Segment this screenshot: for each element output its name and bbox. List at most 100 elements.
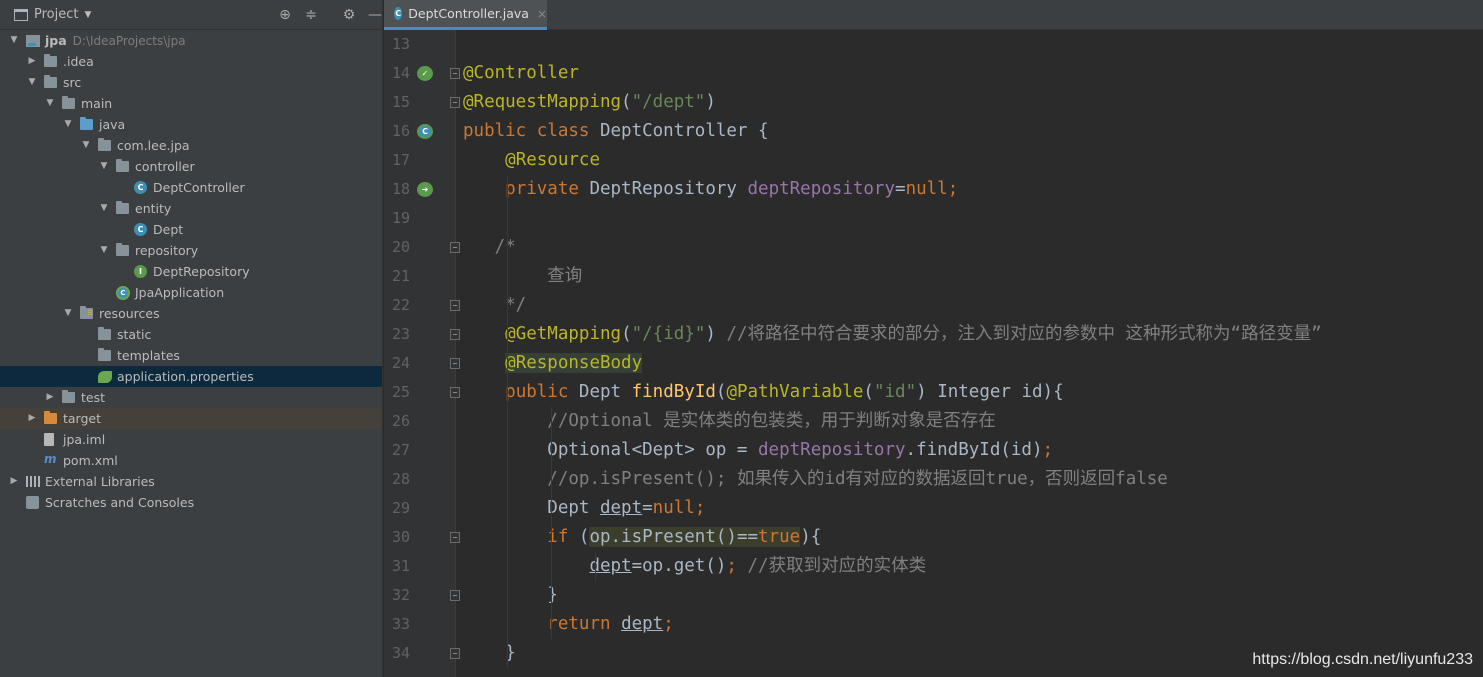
code-line[interactable]: if (op.isPresent()==true){ <box>463 523 821 552</box>
code-line[interactable]: private DeptRepository deptRepository=nu… <box>463 175 958 204</box>
tree-node[interactable]: ▶ test <box>0 387 382 408</box>
tree-node[interactable]: static <box>0 324 382 345</box>
code-line[interactable]: return dept; <box>463 610 673 639</box>
gutter-line[interactable]: 30 <box>384 523 460 552</box>
fold-marker-icon[interactable] <box>450 97 460 108</box>
gutter-line[interactable]: 18 ➜ <box>384 175 456 204</box>
expand-arrow-icon[interactable]: ▼ <box>62 114 74 135</box>
gutter-line[interactable]: 34 <box>384 639 460 668</box>
gutter-line[interactable]: 19 <box>384 204 456 233</box>
tree-node[interactable]: ▶ .idea <box>0 51 382 72</box>
expand-arrow-icon[interactable]: ▼ <box>62 303 74 324</box>
hide-panel-icon[interactable]: — <box>362 7 382 23</box>
gutter-line[interactable]: 17 <box>384 146 456 175</box>
tree-node[interactable]: ▶ target <box>0 408 382 429</box>
expand-arrow-icon[interactable]: ▼ <box>44 93 56 114</box>
code-line[interactable]: } <box>463 581 558 610</box>
tree-node[interactable]: C DeptController <box>0 177 382 198</box>
gutter-line[interactable]: 21 <box>384 262 456 291</box>
expand-arrow-icon[interactable]: ▼ <box>98 240 110 261</box>
expand-arrow-icon[interactable]: ▼ <box>26 72 38 93</box>
tree-node[interactable]: C Dept <box>0 219 382 240</box>
tree-node[interactable]: ▼ jpa D:\IdeaProjects\jpa <box>0 30 382 51</box>
code-line[interactable]: 查询 <box>463 262 582 291</box>
expand-arrow-icon[interactable]: ▼ <box>98 156 110 177</box>
gutter-line[interactable]: 27 <box>384 436 456 465</box>
code-line[interactable]: public Dept findById(@PathVariable("id")… <box>463 378 1063 407</box>
locate-file-icon[interactable]: ⊕ <box>272 7 298 23</box>
tree-node[interactable]: ▼ repository <box>0 240 382 261</box>
tree-node[interactable]: ▼ resources <box>0 303 382 324</box>
tree-node[interactable]: application.properties <box>0 366 382 387</box>
tree-node[interactable]: ▼ main <box>0 93 382 114</box>
code-line[interactable]: //Optional 是实体类的包装类，用于判断对象是否存在 <box>463 407 995 436</box>
code-line[interactable]: @Controller <box>463 59 579 88</box>
editor-tab-deptcontroller[interactable]: C DeptController.java × <box>384 0 547 30</box>
fold-marker-icon[interactable] <box>450 242 460 253</box>
code-editor[interactable]: @Controller @RequestMapping("/dept") publi… <box>457 30 1483 677</box>
fold-marker-icon[interactable] <box>450 648 460 659</box>
collapse-arrow-icon[interactable]: ▶ <box>26 408 38 429</box>
fold-marker-icon[interactable] <box>450 358 460 369</box>
close-icon[interactable]: × <box>537 7 547 21</box>
code-line[interactable]: @Resource <box>463 146 600 175</box>
tree-node[interactable]: Scratches and Consoles <box>0 492 382 513</box>
gutter-line[interactable]: 22 <box>384 291 460 320</box>
code-line[interactable]: */ <box>463 291 526 320</box>
code-line[interactable]: //op.isPresent(); 如果传入的id有对应的数据返回true，否则… <box>463 465 1168 494</box>
gutter-line[interactable]: 15 <box>384 88 460 117</box>
code-line[interactable]: dept=op.get(); //获取到对应的实体类 <box>463 552 926 581</box>
code-line[interactable]: Dept dept=null; <box>463 494 705 523</box>
tree-node[interactable]: ▼ java <box>0 114 382 135</box>
spring-bean-class-icon[interactable]: C <box>417 124 433 139</box>
tree-node[interactable]: jpa.iml <box>0 429 382 450</box>
tree-node[interactable]: templates <box>0 345 382 366</box>
tree-node[interactable]: ▼ entity <box>0 198 382 219</box>
gutter-line[interactable]: 31 <box>384 552 456 581</box>
code-line[interactable]: @RequestMapping("/dept") <box>463 88 716 117</box>
gutter-line[interactable]: 14 ✓ <box>384 59 460 88</box>
tree-node[interactable]: ▶ External Libraries <box>0 471 382 492</box>
tree-node[interactable]: ▼ com.lee.jpa <box>0 135 382 156</box>
fold-marker-icon[interactable] <box>450 68 460 79</box>
bean-icon[interactable]: ✓ <box>417 66 433 81</box>
code-token: @Controller <box>463 63 579 83</box>
gear-icon[interactable]: ⚙ <box>336 7 362 23</box>
expand-arrow-icon[interactable]: ▼ <box>98 198 110 219</box>
gutter-line[interactable]: 28 <box>384 465 456 494</box>
gutter-line[interactable]: 25 <box>384 378 460 407</box>
fold-marker-icon[interactable] <box>450 590 460 601</box>
gutter-line[interactable]: 16 C <box>384 117 456 146</box>
code-line[interactable]: @ResponseBody <box>463 349 643 378</box>
code-line[interactable]: public class DeptController { <box>463 117 769 146</box>
autowired-icon[interactable]: ➜ <box>417 182 433 197</box>
expand-arrow-icon[interactable]: ▼ <box>8 30 20 51</box>
gutter-line[interactable]: 23 <box>384 320 460 349</box>
gutter-line[interactable]: 29 <box>384 494 456 523</box>
code-line[interactable]: @GetMapping("/{id}") //将路径中符合要求的部分，注入到对应… <box>463 320 1321 349</box>
editor-gutter[interactable]: 13 14 ✓ 15 16 C 17 18 ➜ 19 20 21 22 23 24 25 26 27 28 29 30 3… <box>384 30 460 677</box>
collapse-arrow-icon[interactable]: ▶ <box>26 51 38 72</box>
gutter-line[interactable]: 20 <box>384 233 460 262</box>
gutter-line[interactable]: 13 <box>384 30 456 59</box>
fold-marker-icon[interactable] <box>450 329 460 340</box>
tree-node[interactable]: ▼ controller <box>0 156 382 177</box>
tree-node[interactable]: I DeptRepository <box>0 261 382 282</box>
fold-marker-icon[interactable] <box>450 532 460 543</box>
tree-node[interactable]: ▼ src <box>0 72 382 93</box>
gutter-line[interactable]: 32 <box>384 581 460 610</box>
gutter-line[interactable]: 24 <box>384 349 460 378</box>
collapse-arrow-icon[interactable]: ▶ <box>8 471 20 492</box>
gutter-line[interactable]: 26 <box>384 407 456 436</box>
fold-marker-icon[interactable] <box>450 387 460 398</box>
expand-arrow-icon[interactable]: ▼ <box>80 135 92 156</box>
project-view-selector[interactable]: Project <box>34 7 78 22</box>
gutter-line[interactable]: 33 <box>384 610 456 639</box>
fold-marker-icon[interactable] <box>450 300 460 311</box>
tree-node[interactable]: C JpaApplication <box>0 282 382 303</box>
collapse-all-icon[interactable]: ≑ <box>298 7 324 23</box>
chevron-down-icon[interactable]: ▼ <box>84 10 91 20</box>
tree-node[interactable]: m pom.xml <box>0 450 382 471</box>
collapse-arrow-icon[interactable]: ▶ <box>44 387 56 408</box>
class-icon: C <box>134 223 147 236</box>
